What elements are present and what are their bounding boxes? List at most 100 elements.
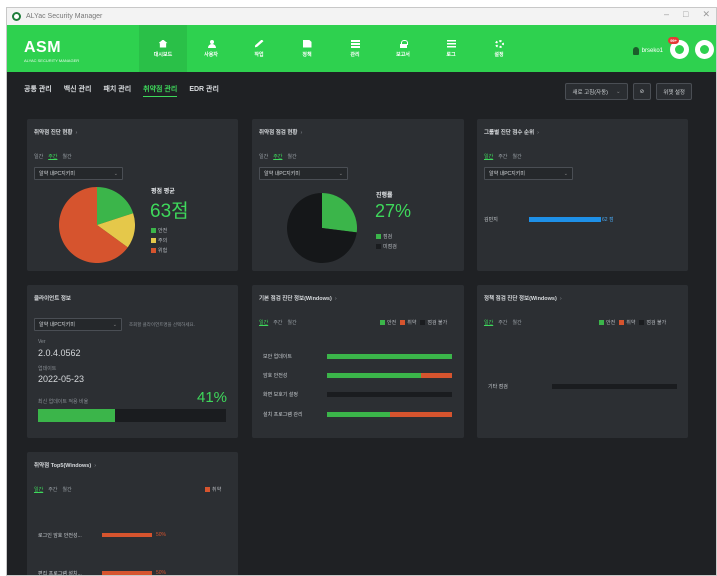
link-button[interactable]: ⊘ bbox=[632, 83, 652, 100]
maximize-icon[interactable]: □ bbox=[683, 9, 688, 20]
period-daily[interactable]: 일간 bbox=[484, 319, 493, 326]
link-icon: ⊘ bbox=[639, 88, 645, 95]
basic-row-label: 암호 안전성 bbox=[263, 373, 288, 379]
toolbar: 새로 고침(자동) ⌄ ⊘ 위젯 설정 bbox=[565, 83, 692, 100]
period-monthly[interactable]: 월간 bbox=[287, 153, 296, 160]
panel-group-rank: 그룹별 진단 점수 순위 › 일간 주간 월간 알약 내PC지키미 ⌄ 김민지 62… bbox=[477, 119, 688, 271]
panel-vuln-status: 취약점 진단 현황 › 일간 주간 월간 알약 내PC지키미 ⌄ 평점 평균 63점… bbox=[27, 119, 238, 271]
basic-legend: 안전 취약 점검 불가 bbox=[380, 319, 447, 329]
product-select[interactable]: 알약 내PC지키미 ⌄ bbox=[259, 167, 348, 180]
chevron-down-icon: ⌄ bbox=[616, 88, 621, 95]
nav-report[interactable]: 보고서 bbox=[379, 25, 427, 72]
panel-title[interactable]: 취약점 진단 현황 › bbox=[34, 128, 77, 136]
nav-users[interactable]: 사용자 bbox=[187, 25, 235, 72]
period-monthly[interactable]: 월간 bbox=[62, 153, 71, 160]
top5-row-bar bbox=[102, 533, 152, 537]
logout-button[interactable] bbox=[695, 40, 714, 59]
widget-settings-button[interactable]: 위젯 설정 bbox=[656, 83, 692, 100]
period-weekly[interactable]: 주간 bbox=[498, 153, 507, 160]
update-label: 업데이트 bbox=[38, 366, 57, 372]
basic-row-label: 화면 보호기 설정 bbox=[263, 392, 298, 398]
title-bar: ALYac Security Manager – □ ✕ bbox=[7, 8, 716, 25]
top5-row-value: 50% bbox=[156, 532, 167, 538]
brand[interactable]: ASM ALYAC SECURITY MANAGER bbox=[24, 39, 79, 63]
period-monthly[interactable]: 월간 bbox=[512, 153, 521, 160]
close-icon[interactable]: ✕ bbox=[702, 9, 710, 20]
status-legend: 안전 주의 위험 bbox=[151, 227, 167, 257]
bell-icon bbox=[675, 45, 684, 54]
user-menu[interactable]: brseko1 bbox=[632, 47, 663, 55]
period-daily[interactable]: 일간 bbox=[34, 486, 43, 493]
nav-log[interactable]: 로그 bbox=[427, 25, 475, 72]
policy-row-label: 기타 점검 bbox=[488, 384, 508, 390]
rate-bar-track bbox=[38, 409, 226, 422]
product-select[interactable]: 알약 내PC지키미 ⌄ bbox=[34, 167, 123, 180]
client-select[interactable]: 알약 내PC지키미 ⌄ bbox=[34, 318, 122, 331]
tab-edr[interactable]: EDR 관리 bbox=[189, 84, 219, 97]
user-icon bbox=[632, 47, 639, 55]
rate-label: 최신 업데이트 적용 비율 bbox=[38, 399, 89, 405]
period-weekly[interactable]: 주간 bbox=[273, 319, 282, 326]
policy-legend: 안전 취약 점검 불가 bbox=[599, 319, 666, 329]
update-value: 2022-05-23 bbox=[38, 374, 85, 384]
period-daily[interactable]: 일간 bbox=[484, 153, 493, 160]
panel-client-info: 클라이언트 정보 알약 내PC지키미 ⌄ 조회할 클라이언트명을 선택하세요. V… bbox=[27, 285, 238, 438]
user-icon bbox=[207, 39, 216, 48]
nav-dashboard[interactable]: 대시보드 bbox=[139, 25, 187, 72]
brand-name: ASM bbox=[24, 39, 62, 56]
period-monthly[interactable]: 월간 bbox=[62, 486, 71, 493]
bar-safe-segment bbox=[327, 373, 421, 378]
period-weekly[interactable]: 주간 bbox=[498, 319, 507, 326]
nav-tasks[interactable]: 작업 bbox=[235, 25, 283, 72]
panel-title[interactable]: 취약점 Top5(Windows) › bbox=[34, 461, 96, 469]
panel-title[interactable]: 기본 점검 진단 정보(Windows) › bbox=[259, 294, 337, 302]
list-icon bbox=[350, 39, 360, 48]
period-monthly[interactable]: 월간 bbox=[512, 319, 521, 326]
period-toggle: 일간 주간 월간 bbox=[484, 319, 522, 326]
panel-title[interactable]: 정책 점검 진단 정보(Windows) › bbox=[484, 294, 562, 302]
policy-bar-track bbox=[552, 384, 677, 389]
top-header: ASM ALYAC SECURITY MANAGER 대시보드 사용자 작업 정… bbox=[7, 25, 716, 72]
basic-row-bar bbox=[327, 373, 452, 378]
rank-row-label: 김민지 bbox=[484, 217, 498, 223]
gear-icon bbox=[494, 39, 504, 48]
bar-safe-segment bbox=[327, 354, 452, 359]
panel-title: 클라이언트 정보 bbox=[34, 296, 71, 302]
basic-row-label: 보안 업데이트 bbox=[263, 354, 292, 360]
panel-title[interactable]: 그룹별 진단 점수 순위 › bbox=[484, 128, 539, 136]
lock-icon bbox=[399, 39, 408, 48]
period-weekly[interactable]: 주간 bbox=[48, 486, 57, 493]
period-toggle: 일간 주간 월간 bbox=[259, 319, 297, 326]
period-daily[interactable]: 일간 bbox=[259, 153, 268, 160]
nav-policy[interactable]: 정책 bbox=[283, 25, 331, 72]
tab-common[interactable]: 공통 관리 bbox=[24, 84, 52, 97]
nav-manage[interactable]: 관리 bbox=[331, 25, 379, 72]
top5-row-label: 편집 프로그램 설치... bbox=[38, 571, 82, 576]
product-select[interactable]: 알약 내PC지키미 ⌄ bbox=[484, 167, 573, 180]
period-daily[interactable]: 일간 bbox=[34, 153, 43, 160]
status-pie-chart bbox=[59, 187, 135, 263]
check-pie-chart bbox=[287, 193, 357, 263]
tab-patch[interactable]: 패치 관리 bbox=[103, 84, 131, 97]
module-tabs: 공통 관리 백신 관리 패치 관리 취약점 관리 EDR 관리 bbox=[24, 84, 219, 97]
tab-vulnerability[interactable]: 취약점 관리 bbox=[143, 84, 178, 97]
bar-vuln-segment bbox=[420, 373, 452, 378]
period-weekly[interactable]: 주간 bbox=[48, 153, 57, 160]
period-weekly[interactable]: 주간 bbox=[273, 153, 282, 160]
ver-label: Ver bbox=[38, 339, 46, 345]
tab-vaccine[interactable]: 백신 관리 bbox=[64, 84, 92, 97]
top5-row-label: 로그인 암호 안전성... bbox=[38, 533, 82, 539]
document-icon bbox=[302, 39, 312, 48]
minimize-icon[interactable]: – bbox=[664, 9, 669, 20]
period-monthly[interactable]: 월간 bbox=[287, 319, 296, 326]
refresh-select[interactable]: 새로 고침(자동) ⌄ bbox=[565, 83, 628, 100]
panel-title[interactable]: 취약점 점검 현황 › bbox=[259, 128, 302, 136]
user-name: brseko1 bbox=[641, 48, 663, 54]
home-icon bbox=[158, 39, 168, 48]
client-hint: 조회할 클라이언트명을 선택하세요. bbox=[129, 322, 195, 327]
power-icon bbox=[700, 45, 709, 54]
basic-row-label: 설치 프로그램 관리 bbox=[263, 412, 303, 418]
nav-settings[interactable]: 설정 bbox=[475, 25, 523, 72]
period-daily[interactable]: 일간 bbox=[259, 319, 268, 326]
menu-icon bbox=[446, 39, 456, 48]
